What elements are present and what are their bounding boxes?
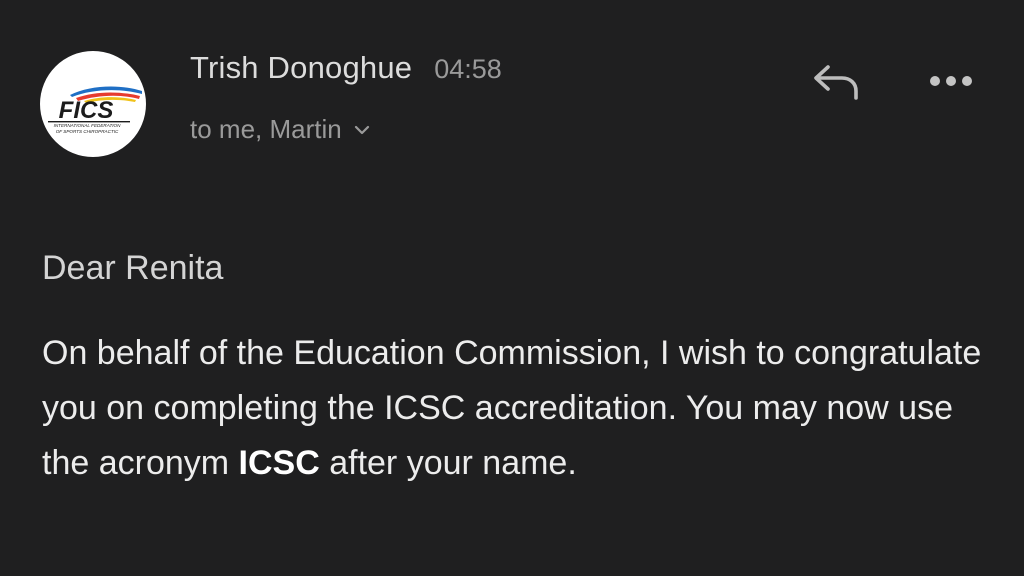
greeting: Dear Renita: [42, 249, 224, 287]
reply-icon: [810, 61, 862, 106]
sender-name[interactable]: Trish Donoghue: [190, 50, 412, 86]
more-horizontal-icon: [929, 74, 973, 92]
paragraph-text-part2: after your name.: [319, 444, 577, 482]
message-paragraph: On behalf of the Education Commission, I…: [42, 326, 982, 491]
sender-avatar[interactable]: FICS INTERNATIONAL FEDERATION OF SPORTS …: [40, 51, 146, 157]
more-options-button[interactable]: [922, 60, 980, 106]
svg-text:INTERNATIONAL FEDERATION: INTERNATIONAL FEDERATION: [54, 123, 122, 128]
recipients-toggle[interactable]: to me, Martin: [190, 114, 370, 145]
fics-logo: FICS INTERNATIONAL FEDERATION OF SPORTS …: [48, 86, 142, 134]
svg-text:OF SPORTS CHIROPRACTIC: OF SPORTS CHIROPRACTIC: [56, 129, 119, 134]
reply-button[interactable]: [806, 58, 866, 108]
paragraph-bold-acronym: ICSC: [238, 444, 320, 482]
sender-line: Trish Donoghue 04:58: [190, 50, 502, 90]
recipients-text: to me, Martin: [190, 114, 342, 144]
chevron-down-icon: [354, 124, 370, 136]
email-header: FICS INTERNATIONAL FEDERATION OF SPORTS …: [0, 0, 1024, 170]
sent-time: 04:58: [434, 54, 502, 84]
email-body: Dear Renita On behalf of the Education C…: [42, 244, 1002, 491]
svg-text:FICS: FICS: [59, 97, 114, 124]
